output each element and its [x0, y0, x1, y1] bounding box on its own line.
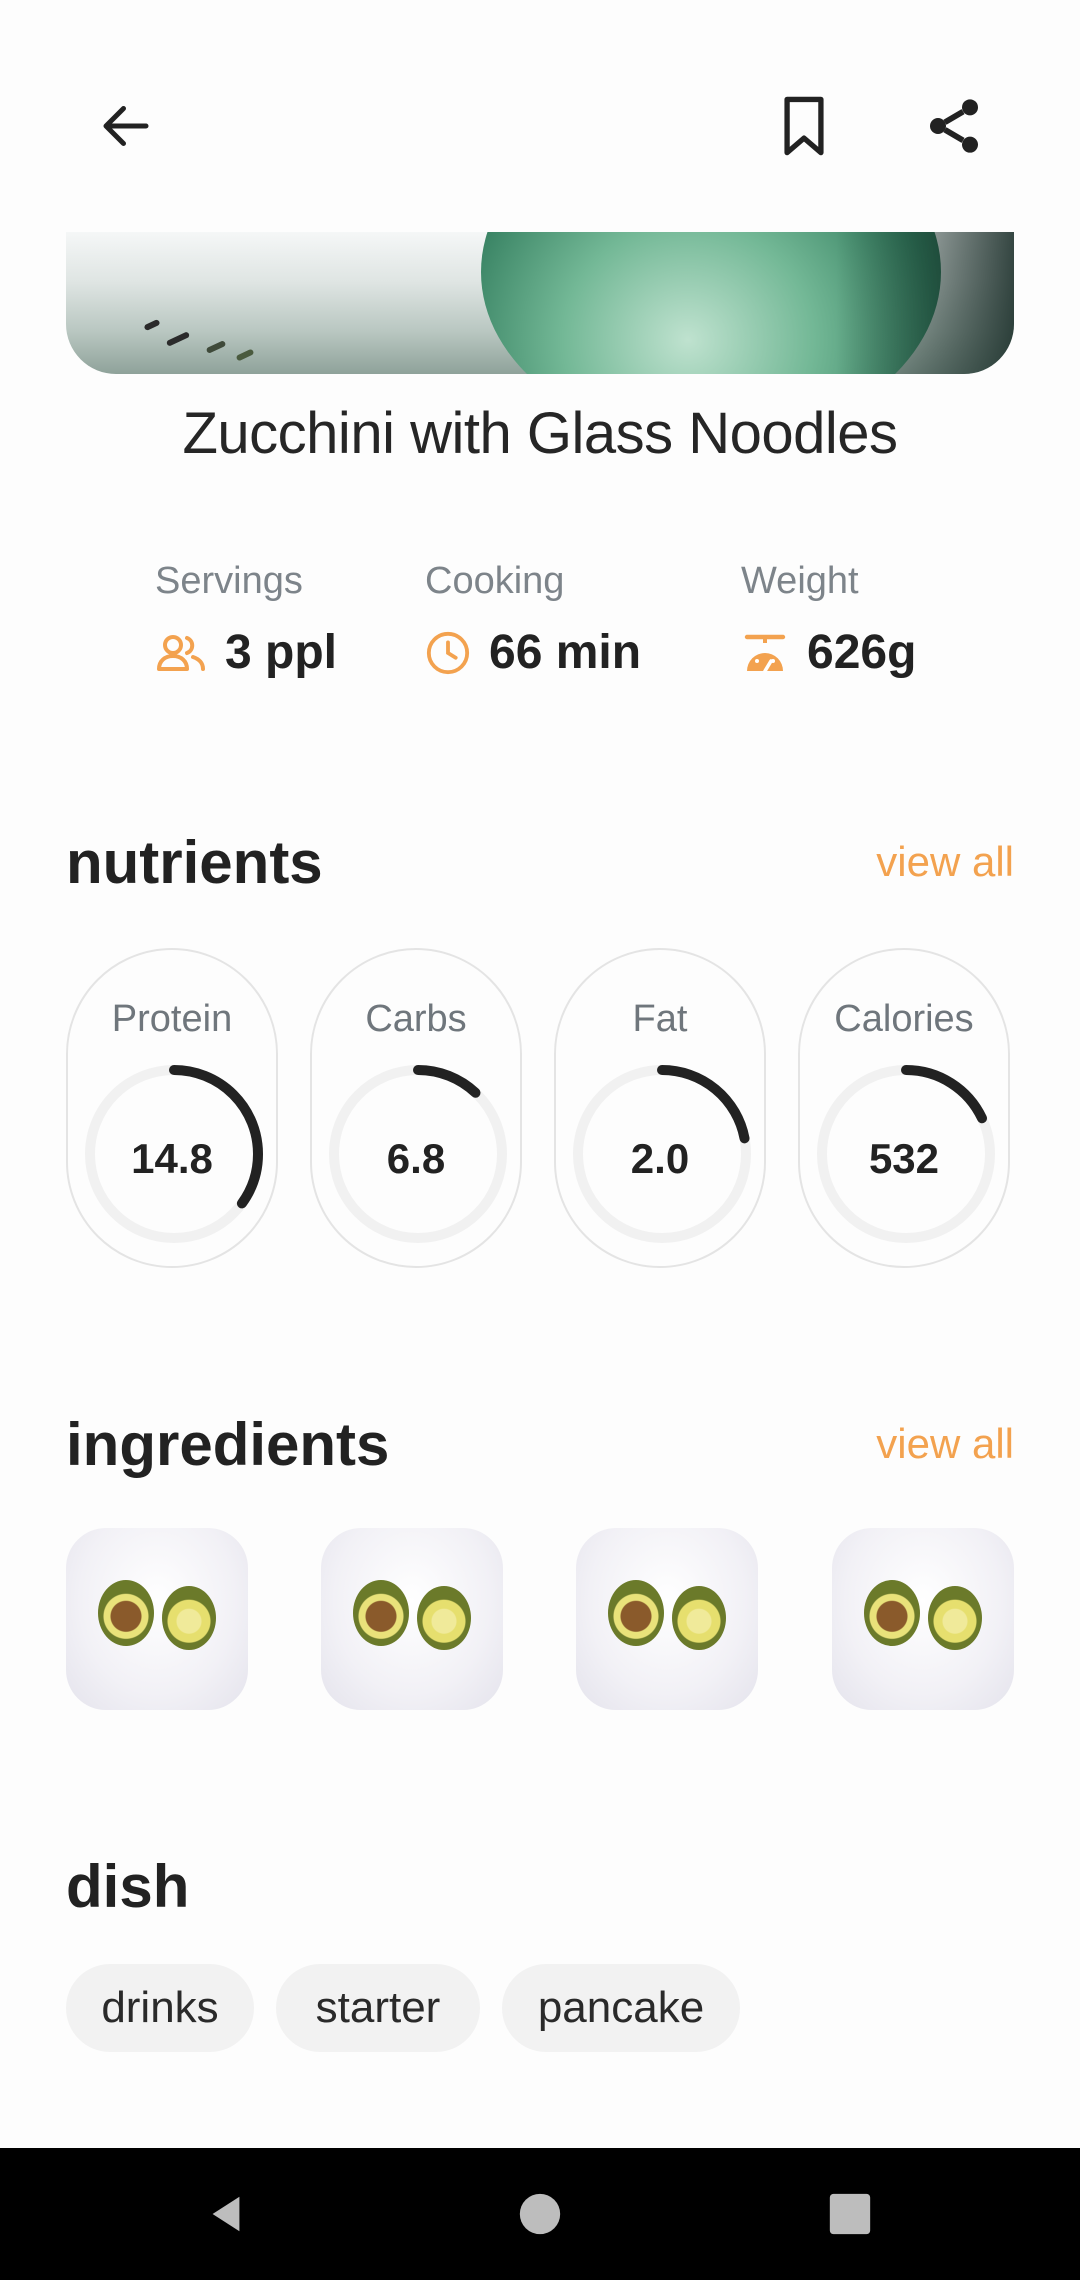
stat-label: Cooking	[425, 560, 565, 602]
ingredients-view-all-link[interactable]: view all	[876, 1420, 1014, 1468]
stat-weight: Weight 626g	[741, 560, 916, 680]
share-icon	[930, 99, 978, 153]
back-button[interactable]	[86, 86, 166, 166]
nutrient-label: Fat	[632, 998, 688, 1040]
avocado-icon	[353, 1580, 409, 1646]
square-recents-icon	[829, 2193, 871, 2235]
share-button[interactable]	[914, 86, 994, 166]
ingredients-heading: ingredients	[66, 1411, 390, 1478]
stat-cooking: Cooking 66 min	[425, 560, 641, 680]
ingredient-avocado[interactable]	[832, 1528, 1014, 1710]
dish-tag-drinks[interactable]: drinks	[66, 1964, 254, 2052]
nutrient-label: Calories	[834, 998, 974, 1040]
dish-tag-pancake[interactable]: pancake	[502, 1964, 740, 2052]
circle-home-icon	[519, 2193, 561, 2235]
stat-label: Weight	[741, 560, 859, 602]
nutrient-card-fat[interactable]: Fat 2.0	[554, 948, 766, 1268]
bookmark-button[interactable]	[764, 86, 844, 166]
avocado-icon	[608, 1580, 664, 1646]
nutrient-label: Protein	[111, 998, 233, 1040]
stat-label: Servings	[155, 560, 303, 602]
nutrients-view-all-link[interactable]: view all	[876, 838, 1014, 886]
nav-recents-button[interactable]	[814, 2178, 886, 2250]
nav-back-button[interactable]	[190, 2178, 262, 2250]
stat-value: 626g	[807, 626, 917, 679]
bookmark-icon	[784, 96, 824, 156]
nutrients-heading: nutrients	[66, 829, 323, 896]
nutrient-value: 6.8	[386, 1135, 446, 1182]
avocado-icon	[864, 1580, 920, 1646]
stat-value: 66 min	[489, 626, 642, 679]
nutrient-value: 532	[868, 1135, 940, 1182]
nutrient-label: Carbs	[365, 998, 467, 1040]
arrow-left-icon	[103, 106, 149, 146]
stat-servings: Servings 3 ppl	[155, 560, 337, 680]
dish-heading: dish	[66, 1853, 190, 1920]
recipe-hero-image	[66, 232, 1014, 374]
system-navigation-bar	[0, 2148, 1080, 2280]
scale-icon	[744, 634, 786, 673]
ingredient-avocado[interactable]	[66, 1528, 248, 1710]
dish-tag-starter[interactable]: starter	[276, 1964, 480, 2052]
clock-icon	[426, 631, 470, 674]
nutrient-card-carbs[interactable]: Carbs 6.8	[310, 948, 522, 1268]
nutrient-card-calories[interactable]: Calories 532	[798, 948, 1010, 1268]
nutrient-value: 2.0	[630, 1135, 690, 1182]
avocado-icon	[98, 1580, 154, 1646]
triangle-back-icon	[212, 2196, 240, 2232]
people-icon	[157, 634, 205, 671]
stat-value: 3 ppl	[225, 626, 338, 679]
nav-home-button[interactable]	[504, 2178, 576, 2250]
nutrient-card-protein[interactable]: Protein 14.8	[66, 948, 278, 1268]
ingredient-avocado[interactable]	[321, 1528, 503, 1710]
recipe-title: Zucchini with Glass Noodles	[182, 401, 898, 466]
nutrient-value: 14.8	[131, 1135, 213, 1182]
ingredient-avocado[interactable]	[576, 1528, 758, 1710]
